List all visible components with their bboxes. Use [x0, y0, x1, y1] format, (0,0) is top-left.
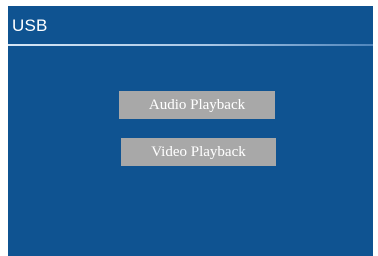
header-bar: USB	[8, 6, 373, 44]
header-divider	[8, 44, 373, 46]
audio-playback-button[interactable]: Audio Playback	[119, 91, 275, 119]
video-playback-button[interactable]: Video Playback	[121, 138, 276, 166]
page-title: USB	[12, 16, 48, 35]
usb-screen: USB Audio Playback Video Playback	[8, 6, 373, 256]
